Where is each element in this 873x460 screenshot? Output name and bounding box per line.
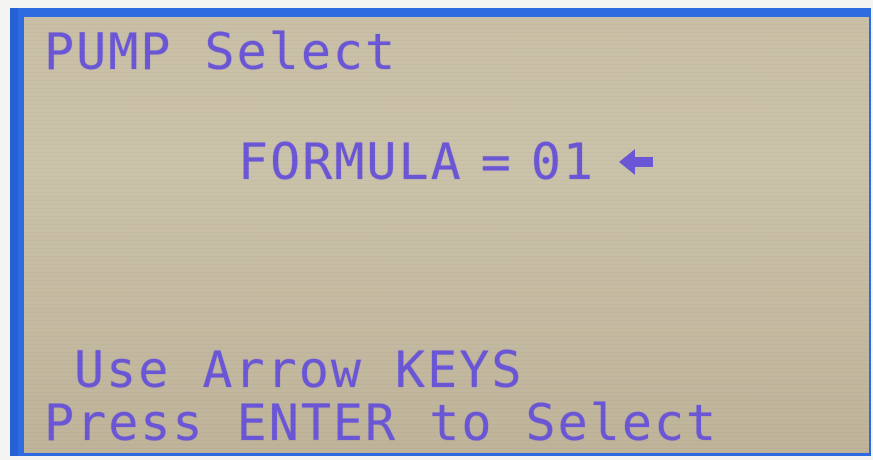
instruction-enter-select: Press ENTER to Select bbox=[44, 394, 719, 452]
formula-value[interactable]: 01 bbox=[531, 132, 595, 192]
screen-title: PUMP Select bbox=[44, 23, 398, 81]
formula-label: FORMULA bbox=[238, 133, 463, 191]
formula-row[interactable]: FORMULA = 01 bbox=[238, 132, 654, 192]
left-arrow-icon bbox=[619, 147, 654, 177]
instruction-arrow-keys: Use Arrow KEYS bbox=[74, 341, 524, 399]
formula-equals: = bbox=[480, 133, 513, 191]
lcd-screen: PUMP Select FORMULA = 01 Use Arrow KEYS … bbox=[24, 17, 869, 453]
device-panel: PUMP Select FORMULA = 01 Use Arrow KEYS … bbox=[0, 0, 873, 460]
